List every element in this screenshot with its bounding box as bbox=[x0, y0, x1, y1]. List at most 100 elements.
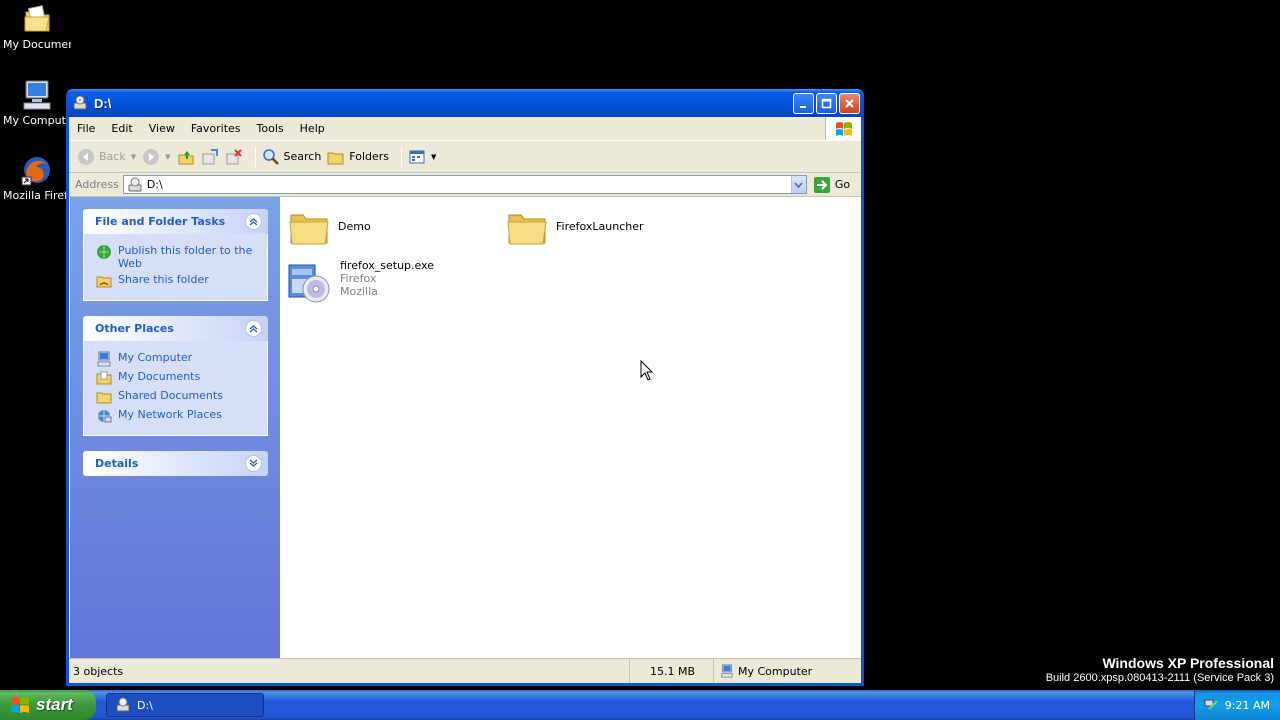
address-dropdown-button[interactable] bbox=[790, 176, 806, 193]
back-label: Back bbox=[99, 150, 126, 163]
file-list-area[interactable]: Demo FirefoxLauncher firefox_setup.exe F… bbox=[280, 197, 861, 658]
search-button[interactable]: Search bbox=[262, 148, 321, 166]
clock[interactable]: 9:21 AM bbox=[1225, 699, 1270, 712]
up-folder-button[interactable] bbox=[177, 148, 195, 166]
os-build: Build 2600.xpsp.080413-2111 (Service Pac… bbox=[1045, 672, 1274, 684]
folders-button[interactable]: Folders bbox=[327, 148, 389, 166]
menu-view[interactable]: View bbox=[141, 122, 183, 135]
computer-icon bbox=[97, 351, 111, 367]
network-places-icon bbox=[98, 410, 112, 423]
task-label: Publish this folder to the Web bbox=[118, 244, 253, 270]
windows-logo-icon bbox=[825, 117, 861, 140]
file-name: firefox_setup.exe bbox=[340, 259, 435, 272]
explorer-window: D:\ File Edit View Favorites Tools Help bbox=[66, 89, 864, 686]
delete-button[interactable] bbox=[225, 148, 243, 166]
installer-cd-icon bbox=[288, 264, 330, 303]
status-objects-text: 3 objects bbox=[73, 664, 124, 678]
go-button[interactable]: Go bbox=[813, 176, 850, 194]
place-my-network-places[interactable]: My Network Places bbox=[96, 408, 259, 424]
address-bar: Address D:\ Go bbox=[69, 173, 861, 197]
status-size-text: 15.1 MB bbox=[649, 664, 696, 678]
place-my-computer[interactable]: My Computer bbox=[96, 351, 259, 367]
file-item-firefoxlauncher[interactable]: FirefoxLauncher bbox=[506, 209, 644, 247]
status-location: My Computer bbox=[714, 659, 861, 683]
toolbar-separator bbox=[401, 146, 403, 167]
move-to-button[interactable] bbox=[201, 148, 219, 166]
desktop-icon-label: My Documents bbox=[3, 38, 71, 51]
panel-header[interactable]: Details bbox=[83, 451, 268, 476]
menu-edit[interactable]: Edit bbox=[103, 122, 140, 135]
desktop-icon-my-documents[interactable]: My Documents bbox=[0, 2, 74, 51]
panel-header[interactable]: Other Places bbox=[83, 316, 268, 341]
file-item-firefox-setup[interactable]: firefox_setup.exe Firefox Mozilla bbox=[286, 259, 434, 307]
start-label: start bbox=[36, 695, 73, 714]
file-description: Firefox bbox=[340, 272, 377, 285]
menu-bar: File Edit View Favorites Tools Help bbox=[69, 117, 861, 141]
status-location-text: My Computer bbox=[738, 664, 813, 678]
desktop-icon-my-computer[interactable]: My Computer bbox=[0, 78, 74, 127]
other-places-panel: Other Places My Computer My Documents Sh… bbox=[83, 316, 268, 436]
title-bar[interactable]: D:\ bbox=[66, 89, 864, 117]
forward-button[interactable]: ▼ bbox=[142, 148, 171, 166]
status-object-count: 3 objects bbox=[69, 659, 630, 683]
delete-icon bbox=[226, 148, 242, 164]
panel-title: File and Folder Tasks bbox=[95, 215, 226, 228]
window-client: File Edit View Favorites Tools Help Back… bbox=[69, 117, 861, 683]
chevron-up-icon[interactable] bbox=[245, 320, 262, 337]
go-label: Go bbox=[834, 178, 851, 191]
window-title: D:\ bbox=[94, 95, 112, 111]
back-arrow-icon bbox=[78, 148, 94, 165]
chevron-up-icon[interactable] bbox=[245, 213, 262, 230]
status-bar: 3 objects 15.1 MB My Computer bbox=[69, 658, 861, 683]
maximize-button[interactable] bbox=[816, 92, 837, 114]
folder-icon bbox=[289, 214, 329, 245]
drive-icon bbox=[73, 95, 87, 110]
folders-icon bbox=[327, 152, 344, 164]
computer-icon bbox=[721, 664, 733, 678]
globe-publish-icon bbox=[97, 245, 111, 259]
views-button[interactable]: ▼ bbox=[408, 148, 436, 166]
folders-label: Folders bbox=[349, 150, 390, 163]
panel-title: Details bbox=[95, 457, 139, 470]
task-share-folder[interactable]: Share this folder bbox=[96, 273, 259, 289]
details-panel: Details bbox=[83, 451, 268, 476]
place-my-documents[interactable]: My Documents bbox=[96, 370, 259, 386]
computer-icon bbox=[23, 80, 51, 110]
network-status-icon[interactable] bbox=[1203, 697, 1219, 713]
taskbar-button-explorer[interactable]: D:\ bbox=[106, 693, 264, 717]
search-icon bbox=[262, 148, 279, 165]
file-company: Mozilla bbox=[340, 285, 378, 298]
menu-file[interactable]: File bbox=[69, 122, 103, 135]
close-button[interactable] bbox=[839, 92, 860, 114]
chevron-down-icon bbox=[794, 182, 803, 188]
maximize-icon bbox=[821, 98, 832, 108]
file-name: Demo bbox=[338, 220, 371, 233]
place-label: My Documents bbox=[118, 370, 201, 383]
place-shared-documents[interactable]: Shared Documents bbox=[96, 389, 259, 405]
task-pane: File and Folder Tasks Publish this folde… bbox=[69, 197, 280, 658]
desktop-icon-firefox[interactable]: Mozilla Firefox bbox=[0, 153, 74, 202]
drive-icon bbox=[128, 177, 142, 191]
folder-icon bbox=[507, 214, 547, 245]
start-button[interactable]: start bbox=[0, 690, 96, 720]
mouse-cursor-icon bbox=[640, 360, 654, 381]
place-label: My Network Places bbox=[118, 408, 222, 421]
menu-favorites[interactable]: Favorites bbox=[183, 122, 249, 135]
chevron-down-icon[interactable] bbox=[245, 455, 262, 472]
file-item-demo[interactable]: Demo bbox=[288, 209, 371, 247]
drive-icon bbox=[116, 697, 130, 712]
address-input[interactable]: D:\ bbox=[122, 175, 807, 194]
minimize-button[interactable] bbox=[793, 92, 814, 114]
panel-header[interactable]: File and Folder Tasks bbox=[83, 209, 268, 234]
dropdown-arrow-icon: ▼ bbox=[130, 152, 137, 161]
menu-help[interactable]: Help bbox=[292, 122, 333, 135]
menu-tools[interactable]: Tools bbox=[249, 122, 292, 135]
close-icon bbox=[845, 98, 854, 108]
file-name: FirefoxLauncher bbox=[556, 220, 644, 233]
task-publish-web[interactable]: Publish this folder to the Web bbox=[96, 244, 259, 270]
back-button[interactable]: Back ▼ bbox=[77, 148, 136, 166]
firefox-icon bbox=[21, 157, 50, 186]
desktop-icon-label: My Computer bbox=[3, 114, 71, 127]
task-label: Share this folder bbox=[118, 273, 209, 286]
windows-flag-icon bbox=[11, 697, 29, 713]
